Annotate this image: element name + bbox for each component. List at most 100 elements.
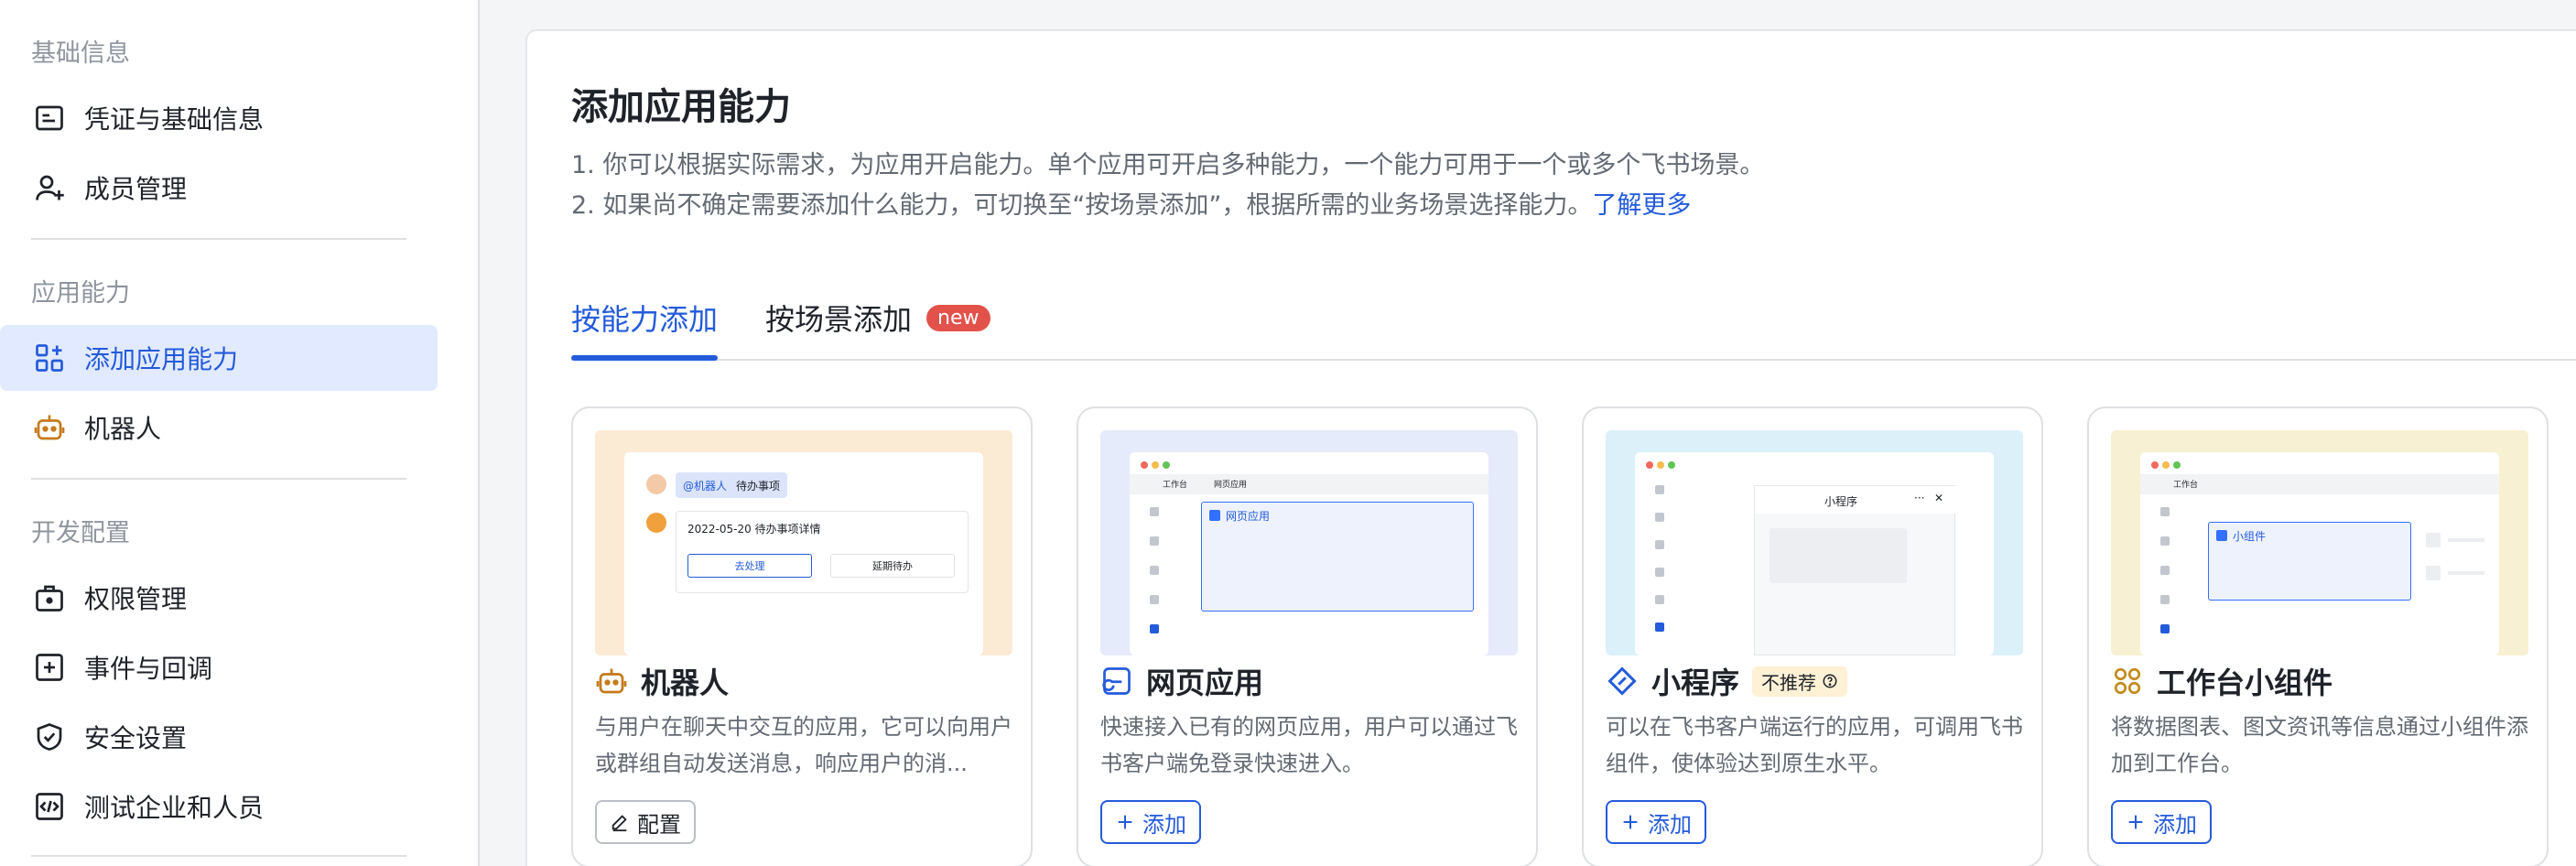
preview-nav-icon (1655, 513, 1664, 522)
preview-window: @机器人 待办事项 2022-05-20 待办事项详情 去处理 延期待办 (624, 452, 983, 655)
card-title-text: 网页应用 (1146, 666, 1264, 700)
app-root: 基础信息 凭证与基础信息 成员管理 应用能力 添加应用能力 机器人 开发配置 权… (0, 0, 2576, 866)
mini-program-preview-image: 小程序 ··· ✕ (1606, 430, 2023, 655)
not-recommended-tag: 不推荐 (1752, 666, 1848, 697)
add-button[interactable]: 添加 (1606, 800, 1706, 844)
description-line-1: 1. 你可以根据实际需求，为应用开启能力。单个应用可开启多种能力，一个能力可用于… (571, 151, 1765, 179)
tab-by-capability[interactable]: 按能力添加 (571, 297, 718, 339)
preview-content-label: 网页应用 (1226, 510, 1271, 523)
capability-card-web-app[interactable]: 工作台 网页应用 网页应用 网页应用 快速接入已有的网页应用，用户可以通过飞书客… (1077, 406, 1538, 866)
preview-placeholder-line (2448, 538, 2484, 542)
robot-avatar-icon (646, 513, 666, 533)
main-panel: 添加应用能力 1. 你可以根据实际需求，为应用开启能力。单个应用可开启多种能力，… (525, 29, 2576, 866)
plus-icon (1620, 812, 1640, 832)
preview-nav-icon (1655, 540, 1664, 549)
help-icon[interactable] (1822, 673, 1838, 689)
widget-preview-image: 工作台 小组件 (2111, 430, 2528, 655)
grid-add-icon (33, 341, 66, 374)
preview-nav-icon (1150, 536, 1159, 546)
preview-mini-program-header: 小程序 ··· ✕ (1755, 486, 1956, 514)
preview-tab-workbench: 工作台 (1163, 481, 1188, 490)
card-title: 网页应用 (1100, 659, 1263, 703)
preview-mini-program-window: 小程序 ··· ✕ (1754, 485, 1956, 655)
preview-placeholder-line (2448, 571, 2484, 575)
button-label: 添加 (1142, 811, 1186, 838)
sidebar-divider (31, 478, 406, 480)
sidebar-section-dev-config: 开发配置 (31, 519, 130, 547)
window-dot (1668, 461, 1675, 469)
add-button[interactable]: 添加 (1100, 800, 1201, 844)
sidebar-item-add-capability[interactable]: 添加应用能力 (0, 325, 438, 391)
preview-widget-box: 小组件 (2208, 522, 2411, 601)
preview-card: 2022-05-20 待办事项详情 去处理 延期待办 (676, 511, 969, 593)
preview-mini-program-title: 小程序 (1824, 495, 1858, 508)
window-dot (1163, 461, 1170, 469)
preview-placeholder-block (1770, 528, 1907, 583)
button-label: 添加 (2153, 811, 2197, 838)
description-line-2-text: 2. 如果尚不确定需要添加什么能力，可切换至“按场景添加”，根据所需的业务场景选… (571, 191, 1593, 220)
preview-nav-icon (1150, 624, 1159, 633)
preview-nav-icon (1150, 507, 1159, 516)
more-icon: ··· (1914, 492, 1925, 504)
window-dot (1152, 461, 1159, 469)
configure-button[interactable]: 配置 (595, 800, 696, 844)
mini-program-icon (1606, 665, 1639, 698)
close-icon: ✕ (1934, 492, 1944, 504)
card-description: 将数据图表、图文资讯等信息通过小组件添加到工作台。 (2111, 714, 2528, 776)
add-button[interactable]: 添加 (2111, 800, 2212, 844)
plus-icon (2126, 812, 2146, 832)
preview-nav-icon (1150, 566, 1159, 575)
card-title: 机器人 (595, 659, 729, 703)
sidebar-divider (31, 238, 406, 240)
todo-text: 待办事项 (736, 479, 781, 493)
preview-nav-icon (1655, 485, 1664, 494)
preview-window: 小程序 ··· ✕ (1635, 452, 1994, 655)
card-title-text: 小程序 (1651, 666, 1740, 700)
sidebar-item-credentials[interactable]: 凭证与基础信息 (0, 85, 438, 151)
sidebar-item-security[interactable]: 安全设置 (0, 704, 438, 770)
sidebar-item-members[interactable]: 成员管理 (0, 155, 438, 221)
robot-icon (595, 665, 628, 698)
capability-card-mini-program[interactable]: 小程序 ··· ✕ 小程序 不推荐 可以在飞书客户端运行的应用，可调用飞书组件，… (1582, 406, 2043, 866)
window-dot (1141, 461, 1148, 469)
preview-widget-label: 小组件 (2233, 530, 2267, 543)
capability-card-robot[interactable]: @机器人 待办事项 2022-05-20 待办事项详情 去处理 延期待办 机器人 (571, 406, 1033, 866)
sidebar-item-events[interactable]: 事件与回调 (0, 634, 438, 700)
mention-text: @机器人 (683, 479, 728, 493)
preview-nav-icon (2160, 566, 2170, 575)
new-badge: new (926, 304, 990, 331)
card-description: 可以在飞书客户端运行的应用，可调用飞书组件，使体验达到原生水平。 (1606, 714, 2023, 776)
card-title: 工作台小组件 (2111, 659, 2332, 703)
preview-widget-icon (2216, 530, 2227, 541)
sidebar-item-permissions[interactable]: 权限管理 (0, 565, 438, 631)
sidebar-item-label: 机器人 (84, 414, 162, 444)
preview-window: 工作台 小组件 (2140, 452, 2499, 655)
preview-tab-workbench: 工作台 (2173, 481, 2199, 490)
lock-briefcase-icon (33, 581, 66, 614)
tab-by-scenario[interactable]: 按场景添加 new (765, 297, 990, 339)
tag-label: 不推荐 (1761, 671, 1817, 694)
preview-handle-button: 去处理 (687, 554, 812, 578)
card-title-text: 机器人 (641, 666, 730, 700)
preview-nav-icon (1655, 568, 1664, 577)
window-dot (1657, 461, 1664, 469)
learn-more-link[interactable]: 了解更多 (1592, 191, 1691, 220)
sidebar: 基础信息 凭证与基础信息 成员管理 应用能力 添加应用能力 机器人 开发配置 权… (0, 0, 480, 866)
sidebar-item-test-org[interactable]: 测试企业和人员 (0, 774, 438, 839)
sidebar-item-label: 成员管理 (84, 174, 188, 204)
sidebar-item-robot[interactable]: 机器人 (0, 395, 438, 460)
page-title: 添加应用能力 (571, 86, 791, 128)
preview-placeholder-icon (2426, 533, 2441, 547)
todo-detail-text: 2022-05-20 待办事项详情 (687, 523, 821, 536)
plus-icon (1115, 812, 1135, 832)
capability-card-widget[interactable]: 工作台 小组件 工作台小组件 将数据图表、图文资讯等信息通过小组件添加到工作台。… (2087, 406, 2549, 866)
preview-tab-webapp: 网页应用 (1214, 481, 1248, 490)
preview-message-bubble: @机器人 待办事项 (676, 472, 788, 498)
preview-nav-icon (1150, 595, 1159, 604)
add-user-icon (33, 171, 66, 204)
sidebar-item-label: 凭证与基础信息 (84, 104, 265, 135)
avatar (646, 474, 666, 494)
preview-postpone-button: 延期待办 (830, 554, 955, 578)
robot-preview-image: @机器人 待办事项 2022-05-20 待办事项详情 去处理 延期待办 (595, 430, 1012, 655)
preview-nav-icon (1655, 622, 1664, 632)
